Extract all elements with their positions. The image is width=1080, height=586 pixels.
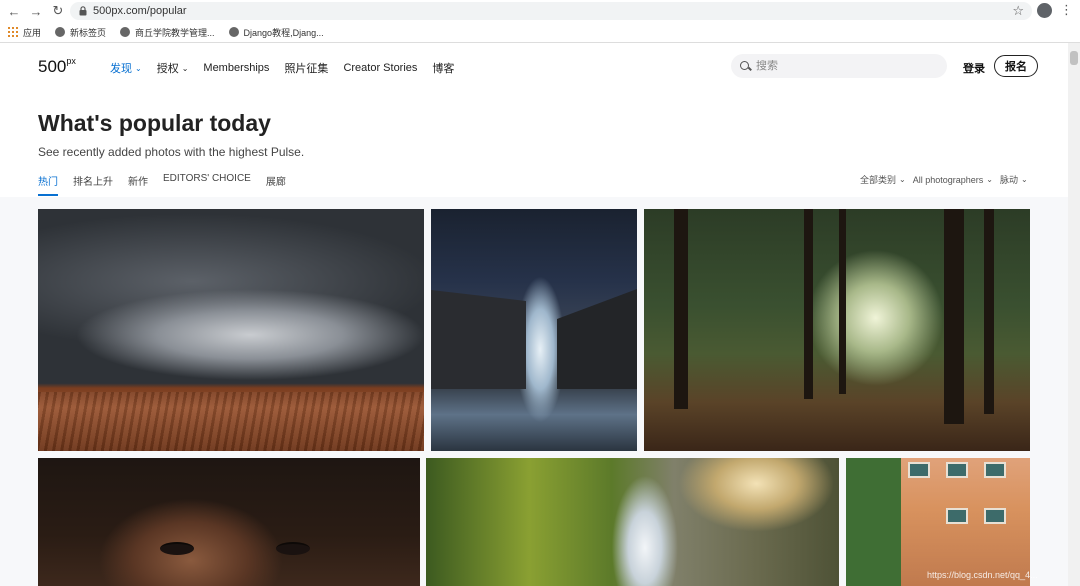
logo[interactable]: 500px <box>38 56 76 77</box>
page-subtitle: See recently added photos with the highe… <box>38 145 305 159</box>
url-text: 500px.com/popular <box>93 5 187 17</box>
chevron-down-icon: ⌄ <box>899 175 906 184</box>
photo-portrait[interactable] <box>38 458 420 586</box>
filter-label: All photographers <box>912 174 984 185</box>
tab-editors-choice[interactable]: EDITORS' CHOICE <box>163 173 251 196</box>
page-title: What's popular today <box>38 110 271 136</box>
photo-detail <box>674 209 688 409</box>
bookmark-label: 新标签页 <box>70 27 107 38</box>
filter-label: 全部类别 <box>860 175 897 185</box>
nav-memberships[interactable]: Memberships <box>203 60 269 76</box>
bookmark-apps[interactable]: 应用 <box>8 26 41 39</box>
chevron-down-icon: ⌄ <box>181 63 189 73</box>
filter-sort[interactable]: 脉动 ⌄ <box>1000 173 1028 186</box>
signup-button[interactable]: 报名 <box>994 55 1038 77</box>
nav-label: 发现 <box>110 63 132 75</box>
photo-detail <box>944 209 964 424</box>
search-box[interactable] <box>731 54 947 78</box>
photo-street-portrait[interactable] <box>846 458 1030 586</box>
logo-sup: px <box>66 56 76 67</box>
address-bar[interactable]: 500px.com/popular ☆ <box>70 2 1032 20</box>
bookmark-star-icon[interactable]: ☆ <box>1012 3 1024 19</box>
globe-icon <box>228 27 239 37</box>
bookmark-shangqiu[interactable]: 商丘学院教学管理... <box>120 26 215 39</box>
chevron-down-icon: ⌄ <box>135 63 142 73</box>
logo-text: 500 <box>38 57 67 76</box>
photo-detail <box>946 508 968 524</box>
site-header: 500px 发现 ⌄ 授权 ⌄ Memberships 照片征集 Creator S… <box>0 43 1068 91</box>
forward-icon[interactable]: → <box>26 1 46 21</box>
tab-popular[interactable]: 热门 <box>38 173 58 196</box>
nav-license[interactable]: 授权 ⌄ <box>157 60 189 76</box>
bookmark-label: Django教程,Djang... <box>243 27 324 38</box>
apps-icon <box>8 27 18 37</box>
filter-label: 脉动 <box>999 175 1018 185</box>
photo-detail <box>276 542 310 555</box>
photo-detail <box>160 542 194 555</box>
photo-detail <box>846 458 901 586</box>
nav-blog[interactable]: 博客 <box>432 60 454 76</box>
globe-icon <box>120 27 131 37</box>
scroll-thumb[interactable] <box>1070 51 1078 65</box>
reload-icon[interactable]: ↻ <box>48 1 68 21</box>
chevron-down-icon: ⌄ <box>986 175 993 184</box>
login-button[interactable]: 登录 <box>963 60 985 76</box>
tab-upcoming[interactable]: 排名上升 <box>73 173 113 196</box>
tab-galleries[interactable]: 展廊 <box>266 173 286 196</box>
photo-storm[interactable] <box>38 209 424 451</box>
photo-detail <box>804 209 813 399</box>
back-icon[interactable]: ← <box>4 1 24 21</box>
bookmark-django[interactable]: Django教程,Djang... <box>228 26 324 39</box>
photo-detail <box>984 462 1006 478</box>
search-input[interactable] <box>756 60 936 72</box>
nav-creator-stories[interactable]: Creator Stories <box>343 60 417 76</box>
chevron-down-icon: ⌄ <box>1020 175 1028 184</box>
tab-fresh[interactable]: 新作 <box>128 173 148 196</box>
globe-icon <box>55 27 66 37</box>
filter-photographers[interactable]: All photographers ⌄ <box>913 173 993 186</box>
nav-photo-quests[interactable]: 照片征集 <box>284 60 328 76</box>
scrollbar[interactable] <box>1068 43 1080 586</box>
bookmarks-bar: 应用 新标签页 商丘学院教学管理... Django教程,Djang... <box>0 22 1080 42</box>
photo-detail <box>984 508 1006 524</box>
profile-icon[interactable] <box>1037 3 1052 18</box>
photo-waterfall-valley[interactable] <box>426 458 839 586</box>
menu-dots-icon[interactable]: ⋮ <box>1060 2 1073 18</box>
nav-label: 博客 <box>432 63 455 75</box>
bookmark-label: 应用 <box>23 27 42 38</box>
browser-toolbar: ← → ↻ 500px.com/popular ☆ ⋮ <box>0 0 1080 22</box>
watermark: https://blog.csdn.net/qq_4... <box>927 570 1038 580</box>
tab-bar: 热门 排名上升 新作 EDITORS' CHOICE 展廊 <box>38 173 301 196</box>
bookmark-new-tab[interactable]: 新标签页 <box>55 26 106 39</box>
bookmark-label: 商丘学院教学管理... <box>135 27 215 38</box>
photo-detail <box>38 392 424 451</box>
photo-detail <box>839 209 846 394</box>
nav-discover[interactable]: 发现 ⌄ <box>110 60 142 76</box>
nav-label: Memberships <box>203 62 270 74</box>
filter-bar: 全部类别 ⌄ All photographers ⌄ 脉动 ⌄ <box>860 173 1035 186</box>
photo-detail <box>431 290 526 389</box>
photo-detail <box>984 209 994 414</box>
photo-forest[interactable] <box>644 209 1030 451</box>
photo-waterfall-night[interactable] <box>431 209 637 451</box>
nav-label: 授权 <box>156 63 179 75</box>
nav-label: Creator Stories <box>343 62 418 74</box>
search-icon <box>740 60 751 72</box>
lock-icon <box>76 6 90 16</box>
nav-label: 照片征集 <box>284 63 329 75</box>
filter-categories[interactable]: 全部类别 ⌄ <box>860 173 906 186</box>
photo-detail <box>908 462 930 478</box>
photo-detail <box>946 462 968 478</box>
photo-detail <box>557 289 637 389</box>
main-nav: 发现 ⌄ 授权 ⌄ Memberships 照片征集 Creator Stories… <box>110 60 469 76</box>
